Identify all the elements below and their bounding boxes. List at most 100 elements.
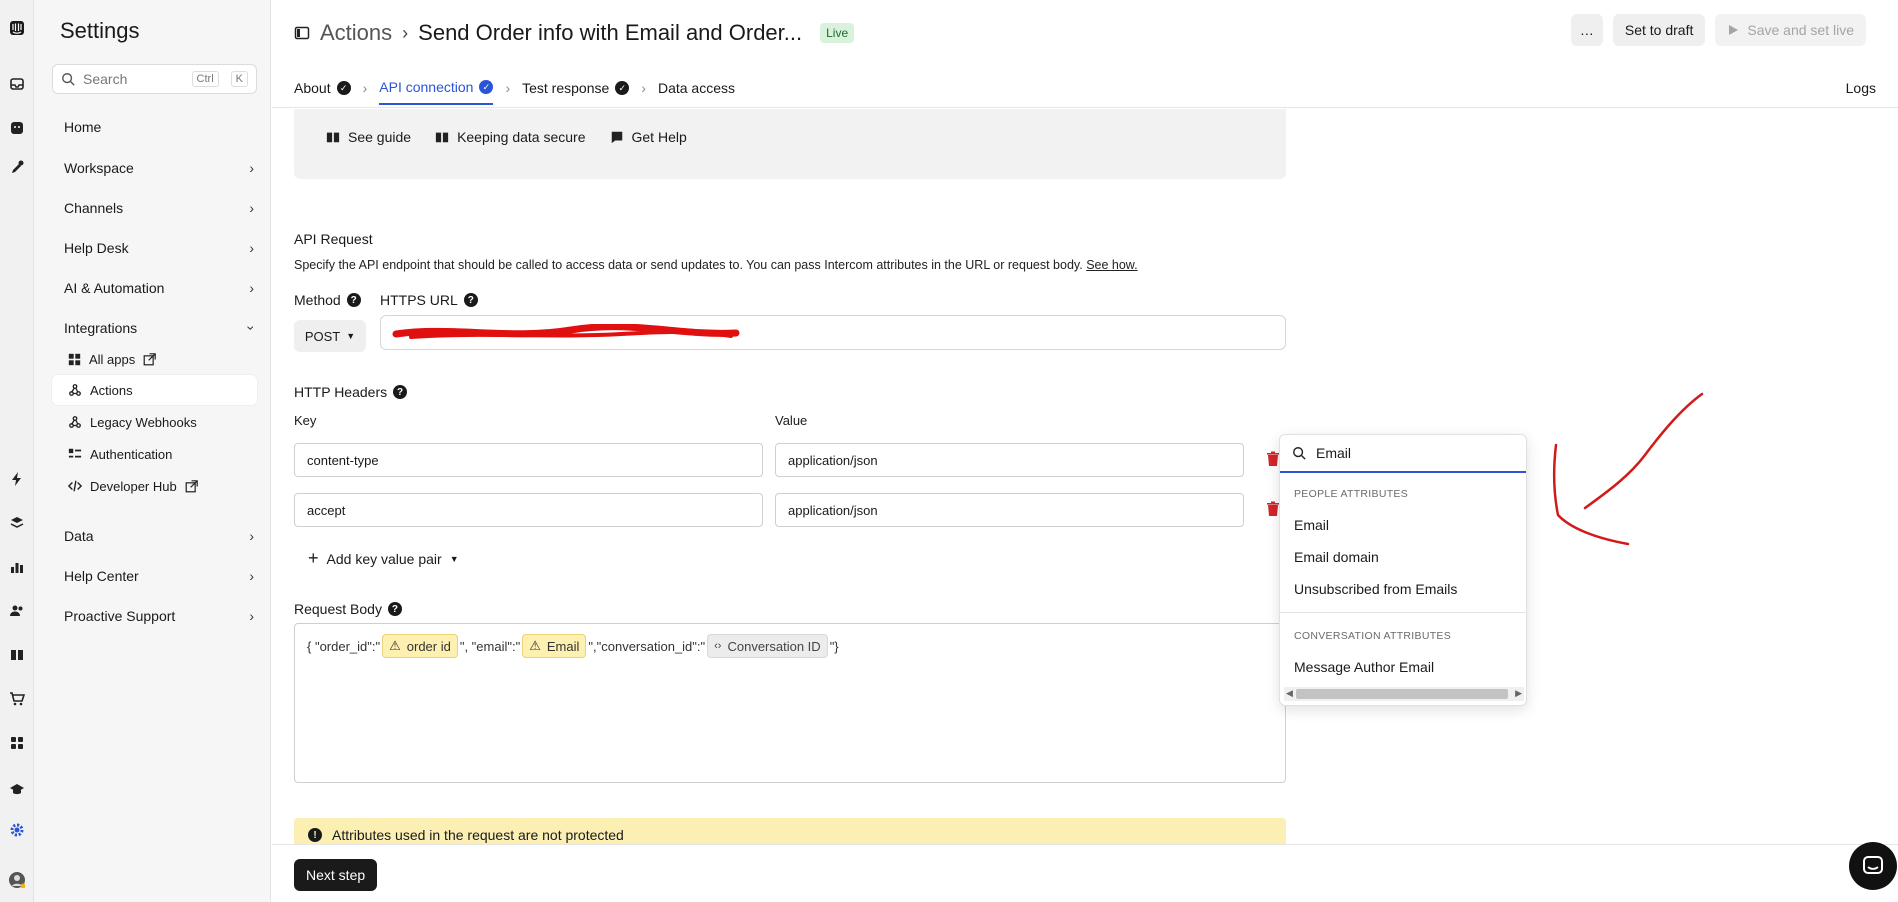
sidebar-subitem-developer-hub[interactable]: Developer Hub [52, 471, 257, 501]
sidebar-subitem-authentication[interactable]: Authentication [52, 439, 257, 469]
inbox-icon[interactable] [7, 74, 27, 94]
header-key-input[interactable]: accept [294, 493, 763, 527]
sidebar-item-workspace[interactable]: Workspace › [64, 157, 254, 179]
key-column-label: Key [294, 413, 317, 428]
header-value-input[interactable]: application/json [775, 493, 1244, 527]
body-text: ", "email":" [459, 638, 521, 654]
contacts-icon[interactable] [7, 601, 27, 621]
get-help-label: Get Help [631, 129, 687, 145]
code-arrows-icon: ‹› [714, 640, 722, 652]
tab-data-access[interactable]: Data access [658, 80, 735, 104]
scrollbar-thumb[interactable] [1296, 689, 1508, 699]
academy-cap-icon[interactable] [7, 779, 27, 799]
status-badge: Live [820, 23, 855, 43]
next-step-button[interactable]: Next step [294, 859, 378, 891]
reports-icon[interactable] [7, 557, 27, 577]
dropdown-option-unsubscribed[interactable]: Unsubscribed from Emails [1294, 581, 1457, 597]
sidebar-item-proactive-support[interactable]: Proactive Support › [64, 605, 254, 627]
sidebar-item-data[interactable]: Data › [64, 525, 254, 547]
dropdown-option-email[interactable]: Email [1294, 517, 1329, 533]
step-tabs: About ✓ › API connection ✓ › Test response… [294, 76, 735, 108]
help-question-icon[interactable]: ? [387, 602, 402, 616]
dropdown-option-email-domain[interactable]: Email domain [1294, 549, 1379, 565]
sidebar-subitem-all-apps[interactable]: All apps [52, 344, 257, 374]
sidebar-search[interactable]: Search Ctrl K [52, 64, 257, 94]
fin-icon[interactable] [7, 118, 27, 138]
caret-down-icon: ▼ [449, 553, 459, 564]
check-circle-icon: ✓ [615, 81, 630, 95]
request-body-title: Request Body ? [294, 601, 402, 617]
save-and-set-live-button[interactable]: Save and set live [1715, 14, 1866, 46]
sidebar-item-label: Workspace [64, 160, 134, 176]
logs-link[interactable]: Logs [1846, 80, 1876, 96]
attribute-chip-order-id[interactable]: ⚠ order id [382, 634, 458, 658]
set-to-draft-button[interactable]: Set to draft [1612, 14, 1706, 46]
sidebar-item-home[interactable]: Home [64, 116, 254, 138]
get-help-link[interactable]: Get Help [610, 129, 687, 145]
top-actions: … Set to draft Save and set live [1570, 14, 1866, 46]
search-icon [1293, 447, 1306, 460]
attribute-chip-email[interactable]: ⚠ Email [522, 634, 587, 658]
see-how-link[interactable]: See how. [1086, 258, 1137, 272]
guide-box: See guide Keeping data secure Get Help [294, 109, 1286, 179]
knowledge-book-icon[interactable] [7, 645, 27, 665]
horizontal-scrollbar[interactable]: ◀ ▶ [1284, 687, 1524, 701]
method-value: POST [304, 328, 341, 344]
keeping-data-secure-link[interactable]: Keeping data secure [435, 129, 586, 145]
https-url-input[interactable] [380, 315, 1286, 350]
search-placeholder: Search [83, 71, 128, 87]
help-question-icon[interactable]: ? [393, 385, 408, 399]
alert-text: Attributes used in the request are not p… [332, 827, 624, 843]
method-label: Method ? [294, 292, 361, 308]
sidebar-item-channels[interactable]: Channels › [64, 197, 254, 219]
sidebar-item-integrations[interactable]: Integrations › [64, 317, 260, 339]
scroll-right-icon[interactable]: ▶ [1515, 688, 1522, 699]
attribute-chip-conversation-id[interactable]: ‹› Conversation ID [707, 634, 828, 658]
value-column-label: Value [775, 413, 808, 428]
header-key-input[interactable]: content-type [294, 443, 763, 477]
dropdown-option-message-author-email[interactable]: Message Author Email [1294, 659, 1434, 675]
tab-test-response[interactable]: Test response ✓ [522, 80, 630, 104]
http-headers-title-text: HTTP Headers [294, 384, 388, 400]
help-question-icon[interactable]: ? [346, 293, 361, 307]
apps-grid-icon[interactable] [7, 733, 27, 753]
method-select[interactable]: POST ▼ [294, 320, 366, 352]
method-label-text: Method [294, 292, 341, 308]
dropdown-search-input[interactable]: Email [1280, 435, 1526, 473]
sidebar-item-label: Help Center [64, 568, 139, 584]
sidebar-toggle-icon[interactable] [294, 25, 310, 41]
automation-bolt-icon[interactable] [7, 469, 27, 489]
tab-api-connection[interactable]: API connection ✓ [379, 79, 494, 105]
tab-about[interactable]: About ✓ [294, 80, 351, 104]
request-body-editor[interactable]: { "order_id":" ⚠ order id ", "email":" ⚠… [294, 623, 1286, 783]
user-avatar-icon[interactable] [7, 870, 27, 890]
outbound-rocket-icon[interactable] [7, 158, 27, 178]
sidebar-subitem-legacy-webhooks[interactable]: Legacy Webhooks [52, 407, 257, 437]
book-icon [435, 132, 449, 143]
messenger-launcher[interactable] [1849, 842, 1897, 890]
see-guide-link[interactable]: See guide [326, 129, 411, 145]
sidebar-item-help-center[interactable]: Help Center › [64, 565, 254, 587]
page-title: Send Order info with Email and Order... [418, 20, 803, 45]
webhook-icon [69, 384, 81, 396]
help-question-icon[interactable]: ? [463, 293, 478, 307]
icon-rail [0, 0, 34, 902]
code-icon [68, 480, 82, 492]
layers-icon[interactable] [7, 513, 27, 533]
chevron-right-icon: › [249, 568, 254, 584]
header-value-input[interactable]: application/json [775, 443, 1244, 477]
sidebar-item-help-desk[interactable]: Help Desk › [64, 237, 254, 259]
more-options-button[interactable]: … [1570, 14, 1603, 46]
webhook-icon [69, 416, 81, 428]
intercom-logo-icon[interactable] [7, 18, 27, 38]
api-request-description: Specify the API endpoint that should be … [294, 258, 1138, 272]
cart-icon[interactable] [7, 689, 27, 709]
add-key-value-pair-button[interactable]: + Add key value pair ▼ [308, 548, 459, 569]
sidebar-subitem-actions[interactable]: Actions [52, 375, 257, 405]
chip-label: Email [546, 638, 580, 654]
scroll-left-icon[interactable]: ◀ [1286, 688, 1293, 699]
settings-gear-icon[interactable] [7, 820, 27, 840]
chevron-right-icon: › [249, 200, 254, 216]
breadcrumb-actions-link[interactable]: Actions [320, 20, 392, 46]
sidebar-item-ai-automation[interactable]: AI & Automation › [64, 277, 254, 299]
